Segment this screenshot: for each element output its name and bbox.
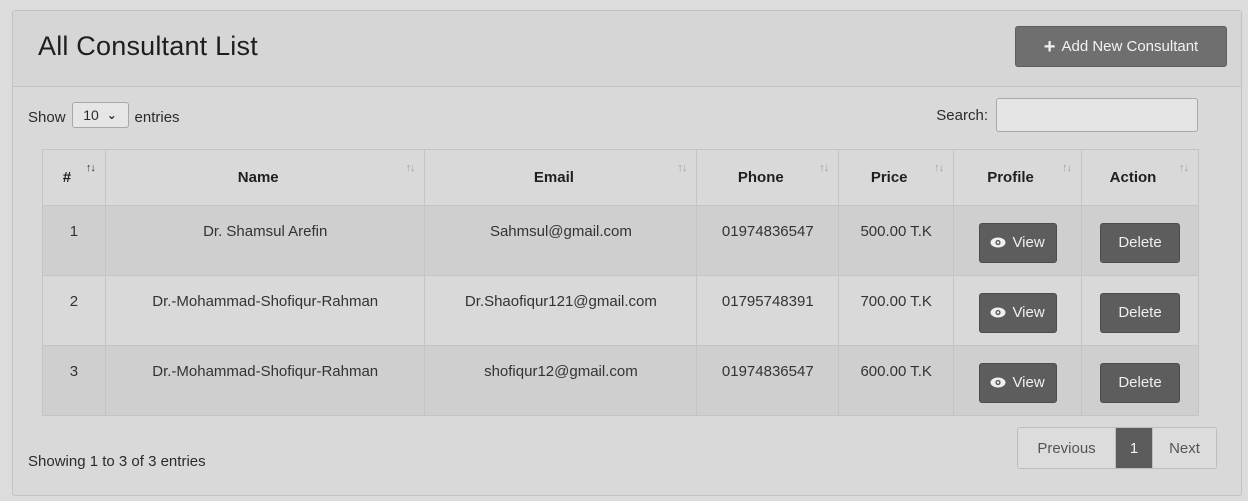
view-profile-button[interactable]: View	[978, 292, 1057, 333]
row-number: 2	[42, 275, 106, 346]
column-header-price[interactable]: Price ↑↓	[838, 149, 955, 206]
consultant-email: shofiqur12@gmail.com	[424, 345, 698, 416]
profile-cell: View	[953, 345, 1083, 416]
consultant-name: Dr.-Mohammad-Shofiqur-Rahman	[104, 275, 426, 346]
consultant-price: 500.00 T.K	[838, 205, 955, 276]
action-cell: Delete	[1081, 275, 1199, 346]
entries-select-value: 10	[83, 107, 99, 123]
profile-cell: View	[953, 205, 1083, 276]
entries-label: entries	[134, 108, 180, 126]
sort-icon: ↑↓	[85, 162, 96, 174]
delete-button[interactable]: Delete	[1100, 362, 1180, 403]
sort-icon: ↑↓	[677, 162, 687, 174]
column-header-email[interactable]: Email ↑↓	[424, 149, 698, 206]
table-header-row: # ↑↓ Name ↑↓ Email ↑↓ Phone ↑↓ Price ↑↓ Profi…	[42, 149, 1199, 206]
table-row: 3 Dr.-Mohammad-Shofiqur-Rahman shofiqur1…	[42, 345, 1199, 416]
next-page-button[interactable]: Next	[1152, 428, 1216, 468]
view-label: View	[1012, 374, 1045, 391]
column-header-phone[interactable]: Phone ↑↓	[696, 149, 840, 206]
view-label: View	[1012, 234, 1045, 251]
consultant-email: Dr.Shaofiqur121@gmail.com	[424, 275, 698, 346]
profile-cell: View	[953, 275, 1083, 346]
search-label: Search:	[936, 106, 988, 124]
add-consultant-button[interactable]: + Add New Consultant	[1015, 26, 1227, 67]
consultant-phone: 01795748391	[696, 275, 840, 346]
sort-icon: ↑↓	[934, 162, 944, 174]
column-header-name[interactable]: Name ↑↓	[104, 149, 426, 206]
consultant-name: Dr.-Mohammad-Shofiqur-Rahman	[104, 345, 426, 416]
page-1-button[interactable]: 1	[1116, 428, 1152, 468]
row-number: 3	[42, 345, 106, 416]
sort-icon: ↑↓	[1179, 162, 1189, 174]
delete-button[interactable]: Delete	[1100, 292, 1180, 333]
view-profile-button[interactable]: View	[978, 222, 1057, 263]
sort-icon: ↑↓	[819, 162, 829, 174]
column-header-number[interactable]: # ↑↓	[42, 149, 106, 206]
view-profile-button[interactable]: View	[978, 362, 1057, 403]
search-input[interactable]	[996, 98, 1198, 132]
show-label: Show	[28, 108, 66, 126]
consultant-email: Sahmsul@gmail.com	[424, 205, 698, 276]
table-controls: Show 10 ⌄ entries Search:	[28, 98, 1198, 134]
entries-select[interactable]: 10 ⌄	[71, 102, 129, 128]
previous-page-button[interactable]: Previous	[1018, 428, 1116, 468]
eye-icon	[990, 377, 1006, 388]
eye-icon	[990, 307, 1006, 318]
pagination: Previous 1 Next	[1017, 427, 1217, 469]
entries-length-control: Show 10 ⌄ entries	[28, 102, 180, 128]
consultant-phone: 01974836547	[696, 345, 840, 416]
card-header: All Consultant List + Add New Consultant	[13, 11, 1241, 87]
table-row: 1 Dr. Shamsul Arefin Sahmsul@gmail.com 0…	[42, 205, 1199, 276]
row-number: 1	[42, 205, 106, 276]
table-info: Showing 1 to 3 of 3 entries	[28, 453, 206, 470]
consultant-price: 600.00 T.K	[838, 345, 955, 416]
sort-icon: ↑↓	[1062, 162, 1072, 174]
delete-button[interactable]: Delete	[1100, 222, 1180, 263]
consultant-table: # ↑↓ Name ↑↓ Email ↑↓ Phone ↑↓ Price ↑↓ Profi…	[42, 149, 1199, 416]
column-header-profile[interactable]: Profile ↑↓	[953, 149, 1083, 206]
page-title: All Consultant List	[38, 31, 258, 61]
action-cell: Delete	[1081, 205, 1199, 276]
search-control: Search:	[936, 98, 1198, 132]
plus-icon: +	[1043, 35, 1056, 58]
action-cell: Delete	[1081, 345, 1199, 416]
add-consultant-label: Add New Consultant	[1061, 38, 1199, 55]
table-row: 2 Dr.-Mohammad-Shofiqur-Rahman Dr.Shaofi…	[42, 275, 1199, 346]
view-label: View	[1012, 304, 1045, 321]
chevron-down-icon: ⌄	[106, 108, 117, 122]
consultant-phone: 01974836547	[696, 205, 840, 276]
consultant-name: Dr. Shamsul Arefin	[104, 205, 426, 276]
sort-icon: ↑↓	[405, 162, 415, 174]
column-header-action[interactable]: Action ↑↓	[1081, 149, 1199, 206]
eye-icon	[990, 237, 1006, 248]
consultant-price: 700.00 T.K	[838, 275, 955, 346]
